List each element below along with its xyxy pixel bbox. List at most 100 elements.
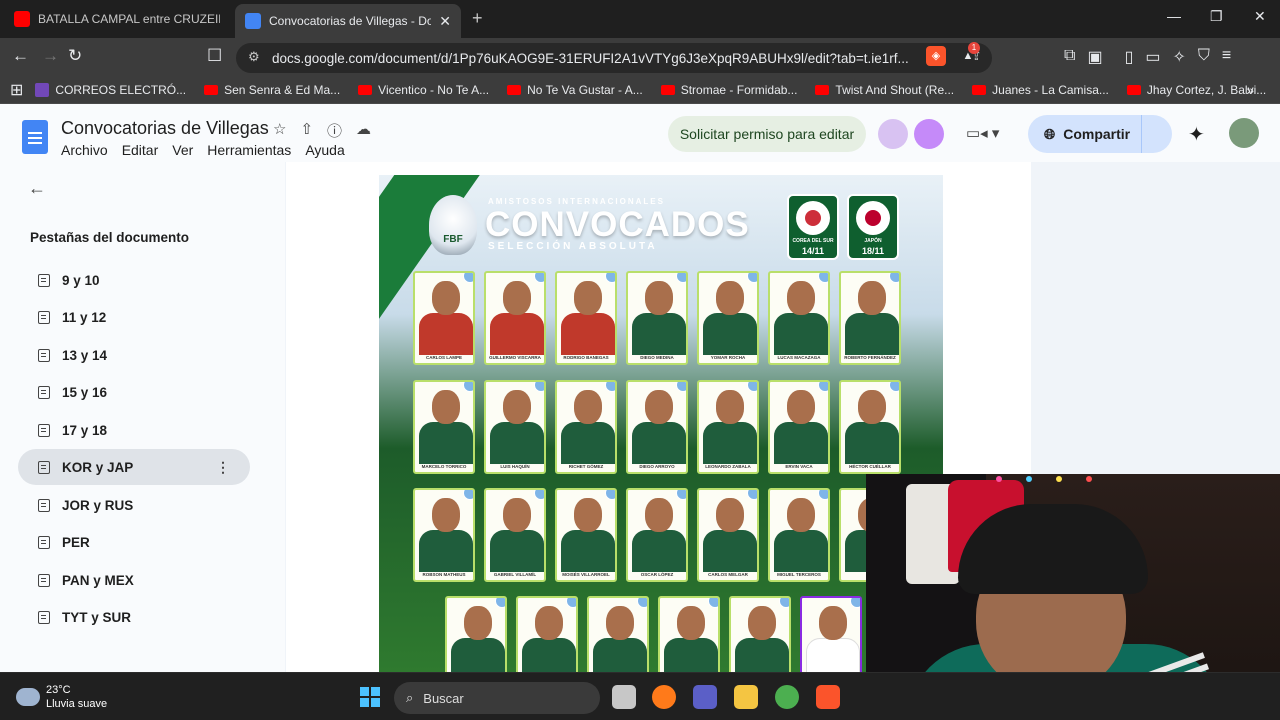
match-badge-japan: JAPÓN 18/11 bbox=[847, 194, 899, 260]
avatar[interactable] bbox=[878, 119, 908, 149]
star-icon[interactable]: ☆ bbox=[273, 120, 286, 141]
account-avatar[interactable] bbox=[1229, 118, 1259, 148]
new-tab-button[interactable]: + bbox=[472, 8, 483, 29]
menu-ver[interactable]: Ver bbox=[172, 142, 193, 158]
player-photo-kit bbox=[593, 638, 647, 672]
minimize-icon[interactable]: — bbox=[1167, 8, 1181, 24]
player-name: MOISÉS VILLARROEL bbox=[562, 572, 610, 577]
teams-icon[interactable] bbox=[693, 685, 717, 709]
meet-icon[interactable]: ▭◂ ▾ bbox=[966, 124, 999, 142]
doc-tab-item[interactable]: 15 y 16 bbox=[18, 374, 250, 410]
player-photo-head bbox=[574, 281, 602, 315]
player-photo-kit bbox=[703, 313, 757, 355]
doc-tab-item[interactable]: 11 y 12 bbox=[18, 299, 250, 335]
screenshot-icon[interactable]: ▣ bbox=[1087, 47, 1102, 67]
player-name: OSCAR LÓPEZ bbox=[640, 572, 674, 577]
site-info-icon[interactable]: ⚙ bbox=[248, 49, 260, 65]
extensions-icon[interactable]: ⧉ bbox=[1064, 47, 1075, 67]
move-icon[interactable]: ⇧ bbox=[300, 120, 313, 141]
player-card: ROBERTO FERNÁNDEZ bbox=[839, 271, 901, 365]
player-photo-head bbox=[432, 281, 460, 315]
bookmark-item[interactable]: Vicentico - No Te A... bbox=[358, 83, 489, 97]
leo-ai-icon[interactable]: ✧ bbox=[1173, 47, 1186, 67]
brave-icon[interactable] bbox=[816, 685, 840, 709]
firefox-icon[interactable] bbox=[652, 685, 676, 709]
bookmark-item[interactable]: CORREOS ELECTRÓ... bbox=[35, 82, 186, 97]
back-icon[interactable]: ← bbox=[12, 46, 29, 66]
bookmark-item[interactable]: Twist And Shout (Re... bbox=[815, 83, 954, 97]
bookmark-item[interactable]: No Te Va Gustar - A... bbox=[507, 83, 643, 97]
chrome-icon[interactable] bbox=[775, 685, 799, 709]
player-card: HÉCTOR CUÉLLAR bbox=[839, 380, 901, 474]
close-window-icon[interactable]: ✕ bbox=[1254, 8, 1266, 25]
maximize-icon[interactable]: ❐ bbox=[1210, 8, 1223, 25]
menu-icon[interactable]: ≡ bbox=[1222, 47, 1231, 67]
bookmark-item[interactable]: Stromae - Formidab... bbox=[660, 83, 797, 97]
match-country: COREA DEL SUR bbox=[792, 238, 834, 244]
back-arrow-icon[interactable]: ← bbox=[28, 178, 46, 199]
menu-ayuda[interactable]: Ayuda bbox=[305, 142, 344, 158]
player-card: LUCAS MACAZAGA bbox=[768, 271, 830, 365]
close-tab-icon[interactable]: ✕ bbox=[439, 13, 451, 30]
player-photo-kit bbox=[419, 530, 473, 572]
doc-tab-item[interactable]: TYT y SUR bbox=[18, 599, 250, 635]
bookmark-item[interactable]: Sen Senra & Ed Ma... bbox=[204, 83, 340, 97]
address-bar[interactable]: ⚙ docs.google.com/document/d/1Pp76uKAOG9… bbox=[236, 43, 992, 73]
doc-tab-item[interactable]: PAN y MEX bbox=[18, 562, 250, 598]
apps-grid-icon[interactable]: ⊞ bbox=[10, 80, 23, 100]
webcam-light bbox=[1026, 476, 1032, 482]
player-photo-kit bbox=[561, 422, 615, 464]
player-photo-head bbox=[574, 390, 602, 424]
bookmark-item[interactable]: Juanes - La Camisa... bbox=[972, 83, 1109, 97]
more-options-icon[interactable]: ⋮ bbox=[216, 459, 230, 476]
club-badge-icon bbox=[534, 382, 544, 392]
doc-tab-item[interactable]: JOR y RUS bbox=[18, 487, 250, 523]
player-photo-kit bbox=[845, 422, 899, 464]
menu-herramientas[interactable]: Herramientas bbox=[207, 142, 291, 158]
more-bookmarks-icon[interactable]: » bbox=[1246, 82, 1254, 98]
document-title[interactable]: Convocatorias de Villegas bbox=[61, 118, 269, 139]
tab-title: BATALLA CAMPAL entre CRUZEIRO y bbox=[38, 12, 220, 26]
windows-start-icon[interactable] bbox=[360, 687, 380, 707]
player-card bbox=[658, 596, 720, 672]
player-photo-kit bbox=[845, 313, 899, 355]
webcam-light bbox=[1086, 476, 1092, 482]
menu-archivo[interactable]: Archivo bbox=[61, 142, 108, 158]
weather-widget[interactable]: 23°C Lluvia suave bbox=[16, 683, 107, 711]
club-badge-icon bbox=[889, 382, 899, 392]
browser-tab-docs[interactable]: Convocatorias de Villegas - Docu ✕ bbox=[235, 4, 461, 38]
sidebar-icon[interactable]: ▯ bbox=[1125, 47, 1134, 67]
player-photo-kit bbox=[561, 530, 615, 572]
document-icon bbox=[38, 385, 50, 399]
player-photo-head bbox=[645, 390, 673, 424]
doc-tab-item-active[interactable]: KOR y JAP ⋮ bbox=[18, 449, 250, 485]
avatar[interactable] bbox=[914, 119, 944, 149]
brave-shield-icon[interactable]: ◈ bbox=[926, 46, 946, 66]
request-edit-button[interactable]: Solicitar permiso para editar bbox=[668, 116, 866, 152]
taskbar-search[interactable]: ⌕ Buscar bbox=[394, 682, 600, 714]
player-photo-head bbox=[503, 390, 531, 424]
doc-tab-item[interactable]: PER bbox=[18, 524, 250, 560]
reload-icon[interactable]: ↻ bbox=[68, 46, 82, 66]
cloud-status-icon[interactable]: ☁ bbox=[356, 120, 371, 141]
file-explorer-icon[interactable] bbox=[734, 685, 758, 709]
doc-tab-item[interactable]: 17 y 18 bbox=[18, 412, 250, 448]
wallet-icon[interactable]: ▭ bbox=[1145, 47, 1160, 67]
youtube-icon bbox=[507, 84, 522, 95]
player-photo-head bbox=[464, 606, 492, 640]
club-badge-icon bbox=[605, 273, 615, 283]
menu-editar[interactable]: Editar bbox=[122, 142, 159, 158]
browser-tab-youtube[interactable]: BATALLA CAMPAL entre CRUZEIRO y bbox=[4, 4, 230, 34]
vpn-icon[interactable]: ⛉ bbox=[1198, 47, 1210, 67]
share-button[interactable]: 🌐︎ Compartir bbox=[1028, 115, 1172, 153]
task-view-icon[interactable] bbox=[612, 685, 636, 709]
doc-tab-item[interactable]: 9 y 10 bbox=[18, 262, 250, 298]
youtube-icon bbox=[358, 84, 373, 95]
docs-logo-icon[interactable] bbox=[22, 120, 48, 154]
info-icon[interactable]: ⓘ bbox=[327, 120, 342, 141]
gemini-icon[interactable]: ✦ bbox=[1188, 122, 1205, 147]
player-photo-head bbox=[645, 498, 673, 532]
doc-tab-item[interactable]: 13 y 14 bbox=[18, 337, 250, 373]
bookmark-icon[interactable]: ☐ bbox=[207, 46, 222, 66]
forward-icon[interactable]: → bbox=[42, 46, 59, 66]
